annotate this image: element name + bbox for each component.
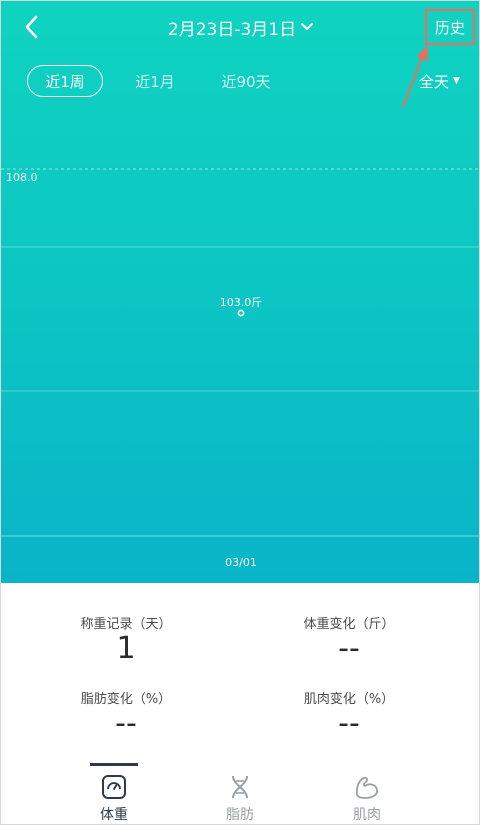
nav-item-weight[interactable]: 体重 [74,771,154,825]
tab-90-days[interactable]: 近90天 [213,65,279,97]
x-tick-label: 03/01 [225,556,257,569]
nav-item-fat[interactable]: 脂肪 [200,771,280,825]
weight-change-label: 体重变化（斤） [303,617,395,632]
nav-weight-label: 体重 [100,807,128,823]
fat-change-value: -- [115,706,137,741]
dna-icon [232,775,248,799]
nav-muscle-label: 肌肉 [353,807,381,823]
nav-active-indicator [90,763,138,766]
nav-fat-label: 脂肪 [226,807,254,823]
weight-chart: 108.0 103.0斤 03/01 [1,168,479,569]
nav-item-muscle[interactable]: 肌肉 [327,771,407,825]
weight-change-value: -- [338,631,360,666]
time-filter-dropdown[interactable]: 全天 ▼ [419,67,471,95]
history-label: 历史 [434,18,465,37]
chevron-left-icon [25,15,38,39]
data-point-label: 103.0斤 [220,296,263,309]
history-button[interactable]: 历史 [425,9,475,45]
y-tick-label: 108.0 [6,171,38,184]
caret-down-icon: ▼ [453,76,460,86]
records-label: 称重记录（天） [80,617,172,632]
scale-icon [102,775,126,799]
date-range-selector[interactable]: 2月23日-3月1日 [151,11,331,43]
data-point[interactable] [237,309,245,317]
tab-week[interactable]: 近1周 [27,65,103,97]
time-filter-label: 全天 [419,72,450,91]
tab-month[interactable]: 近1月 [125,65,185,97]
muscle-icon [355,776,378,799]
tab-90-days-label: 近90天 [221,72,271,91]
fat-change-label: 脂肪变化（%） [80,692,172,707]
muscle-change-label: 肌肉变化（%） [303,692,395,707]
tab-week-label: 近1周 [45,72,85,91]
tab-month-label: 近1月 [135,72,175,91]
date-range-label: 2月23日-3月1日 [167,19,297,40]
back-button[interactable] [15,9,51,45]
muscle-change-value: -- [338,706,360,741]
records-value: 1 [116,631,136,666]
chevron-down-icon [301,23,314,30]
